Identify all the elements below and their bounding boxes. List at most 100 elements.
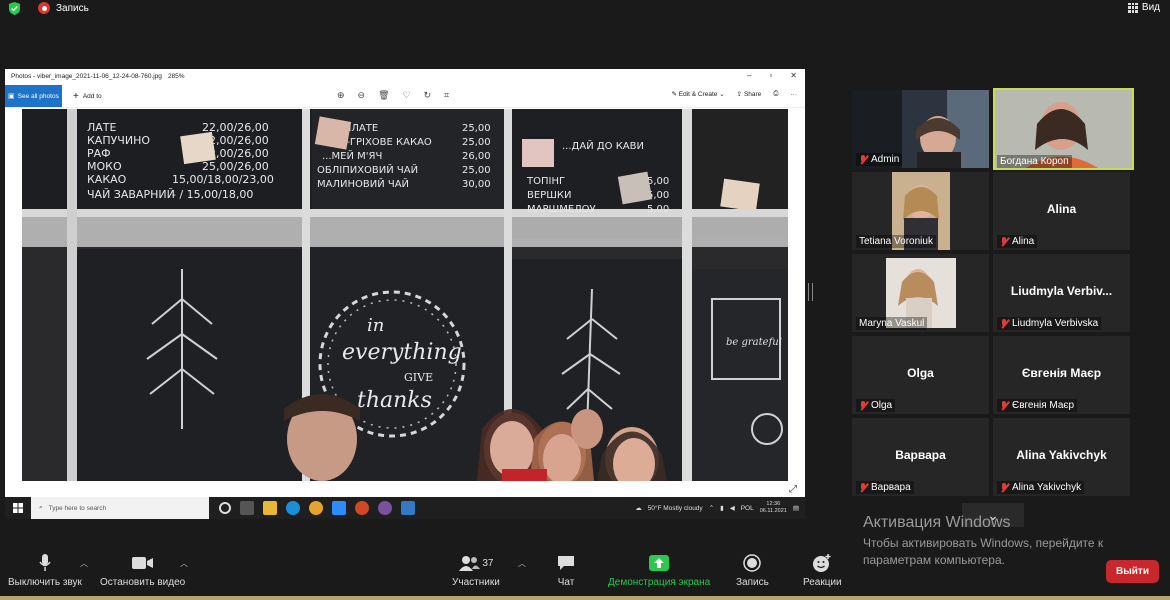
participant-tile-tetiana[interactable]: Tetiana Voroniuk — [852, 172, 989, 250]
participant-display-name: Alina Yakivchyk — [1016, 448, 1107, 462]
price-mid-2: 26,00 — [462, 151, 491, 162]
delete-icon[interactable]: 🗑 — [378, 90, 389, 101]
record-icon — [38, 2, 50, 14]
view-button[interactable]: Вид — [1127, 2, 1160, 13]
record-label: Запись — [736, 577, 769, 588]
windows-taskbar: ⌕ Type here to search ☁ 50°F Mostly clou… — [5, 497, 805, 519]
maximize-icon[interactable]: ▫ — [769, 71, 772, 80]
shared-screen[interactable]: Photos - viber_image_2021-11-06_12-24-08… — [5, 69, 805, 519]
see-all-photos-button[interactable]: ▣ See all photos — [5, 85, 62, 107]
reactions-button[interactable]: Реакции — [803, 552, 842, 588]
menu-left-1: КАПУЧИНО — [87, 134, 150, 147]
zoom-in-icon[interactable]: ⊕ — [337, 90, 345, 101]
share-screen-button[interactable]: Демонстрация экрана — [608, 552, 710, 588]
video-label: Остановить видео — [100, 577, 186, 588]
record-button[interactable]: Запись — [736, 552, 769, 588]
participant-tile-admin[interactable]: Admin — [852, 90, 989, 168]
desktop-edge-strip — [0, 596, 1170, 600]
participant-name: Євгенія Маєр — [1012, 400, 1075, 411]
zoom-out-icon[interactable]: ⊖ — [358, 90, 366, 101]
participant-name: Maryna Vaskul — [859, 318, 925, 329]
notifications-icon[interactable]: ▤ — [793, 504, 799, 512]
menu-mid-3: ОБЛІПИХОВИЙ ЧАЙ — [317, 163, 418, 176]
taskbar-search-input[interactable]: ⌕ Type here to search — [31, 497, 209, 519]
edit-create-button[interactable]: ✎ Edit & Create ⌄ — [671, 90, 724, 98]
menu-left-2: РАФ — [87, 147, 111, 160]
viber-icon[interactable] — [378, 501, 392, 515]
participant-tile-bohdana[interactable]: Богдана Короп — [993, 88, 1134, 170]
more-icon[interactable]: ··· — [791, 91, 798, 98]
taskbar-clock[interactable]: 12:36 06.11.2021 — [760, 501, 787, 515]
add-to-button[interactable]: + Add to — [73, 91, 102, 102]
edge-icon[interactable] — [286, 501, 300, 515]
audio-options-chevron-icon[interactable]: ︿ — [80, 558, 88, 569]
video-camera-icon — [131, 557, 153, 569]
participants-button[interactable]: 37 Участники — [452, 552, 500, 588]
stop-video-button[interactable]: Остановить видео — [100, 552, 185, 588]
mute-label: Выключить звук — [8, 577, 82, 588]
chat-icon — [558, 556, 574, 570]
participant-display-name: Євгенія Маєр — [1021, 366, 1102, 380]
close-icon[interactable]: ✕ — [790, 71, 797, 80]
minimize-icon[interactable]: – — [747, 71, 751, 80]
share-button[interactable]: ⇪ Share — [737, 90, 762, 98]
smiley-plus-icon — [813, 554, 831, 572]
muted-mic-icon — [859, 400, 868, 411]
tray-chevron-icon[interactable]: ⌃ — [709, 504, 714, 512]
recording-indicator[interactable]: Запись — [38, 2, 89, 14]
participant-tile-liudmyla[interactable]: Liudmyla Verbiv... Liudmyla Verbivska — [993, 254, 1130, 332]
participant-tile-maryna[interactable]: Maryna Vaskul — [852, 254, 989, 332]
photos-icon: ▣ — [8, 93, 15, 100]
participant-tile-olga[interactable]: Olga Olga — [852, 336, 989, 414]
zoom-app-icon[interactable] — [332, 501, 346, 515]
record-icon — [743, 554, 762, 572]
mic-tray-icon[interactable]: ▮ — [720, 504, 724, 512]
participant-tile-alina-yakivchyk[interactable]: Alina Yakivchyk Alina Yakivchyk — [993, 418, 1130, 496]
chrome-icon[interactable] — [309, 501, 323, 515]
participant-display-name: Alina — [1046, 202, 1077, 216]
taskbar-search-placeholder: Type here to search — [48, 504, 107, 512]
photos-filename: Photos - viber_image_2021-11-06_12-24-08… — [11, 73, 162, 80]
muted-mic-icon — [859, 482, 868, 493]
sign-right: be grateful — [726, 337, 782, 348]
search-icon: ⌕ — [39, 504, 43, 511]
add-to-label: Add to — [82, 93, 102, 100]
top-bar: Запись Вид — [0, 0, 1170, 18]
crop-icon[interactable]: ⌗ — [444, 90, 449, 101]
muted-mic-icon — [1000, 318, 1009, 329]
weather-text[interactable]: 50°F Mostly cloudy — [648, 505, 703, 512]
recording-label: Запись — [56, 2, 89, 14]
menu-right-3: МАРШМЕЛОУ — [527, 204, 596, 215]
favorite-icon[interactable]: ♡ — [403, 90, 411, 101]
participant-tile-yevheniia[interactable]: Євгенія Маєр Євгенія Маєр — [993, 336, 1130, 414]
photos-app-icon[interactable] — [401, 501, 415, 515]
price-right-2: 5,00 — [647, 204, 669, 215]
video-options-chevron-icon[interactable]: ︿ — [180, 558, 188, 569]
share-screen-icon — [649, 555, 670, 571]
participant-name: Богдана Короп — [1000, 156, 1069, 167]
expand-icon[interactable]: ⤢ — [789, 484, 797, 495]
cortana-icon[interactable] — [219, 502, 231, 514]
rotate-icon[interactable]: ↻ — [424, 90, 432, 101]
participant-tile-varvara[interactable]: Варвара Варвара — [852, 418, 989, 496]
volume-icon[interactable]: ◀ — [730, 504, 735, 512]
edit-create-label: Edit & Create — [678, 91, 718, 98]
wreath-line-2: GIVE — [404, 371, 433, 384]
shield-icon[interactable] — [8, 2, 21, 15]
participants-chevron-icon[interactable]: ︿ — [518, 558, 526, 569]
leave-meeting-button[interactable]: Выйти — [1106, 560, 1159, 583]
windows-start-icon[interactable] — [5, 497, 31, 519]
print-icon[interactable]: ⎙ — [773, 90, 778, 98]
participant-name: Tetiana Voroniuk — [859, 236, 933, 247]
powerpoint-icon[interactable] — [355, 501, 369, 515]
file-explorer-icon[interactable] — [263, 501, 277, 515]
participant-name: Liudmyla Verbivska — [1012, 318, 1099, 329]
task-view-icon[interactable] — [240, 501, 254, 515]
participants-label: Участники — [452, 577, 500, 588]
mute-button[interactable]: Выключить звук — [8, 552, 82, 588]
see-all-label: See all photos — [17, 92, 59, 100]
chat-button[interactable]: Чат — [557, 552, 575, 588]
keyboard-language[interactable]: POL — [741, 505, 754, 512]
splitter-handle[interactable] — [808, 283, 813, 301]
participant-tile-alina[interactable]: Alina Alina — [993, 172, 1130, 250]
